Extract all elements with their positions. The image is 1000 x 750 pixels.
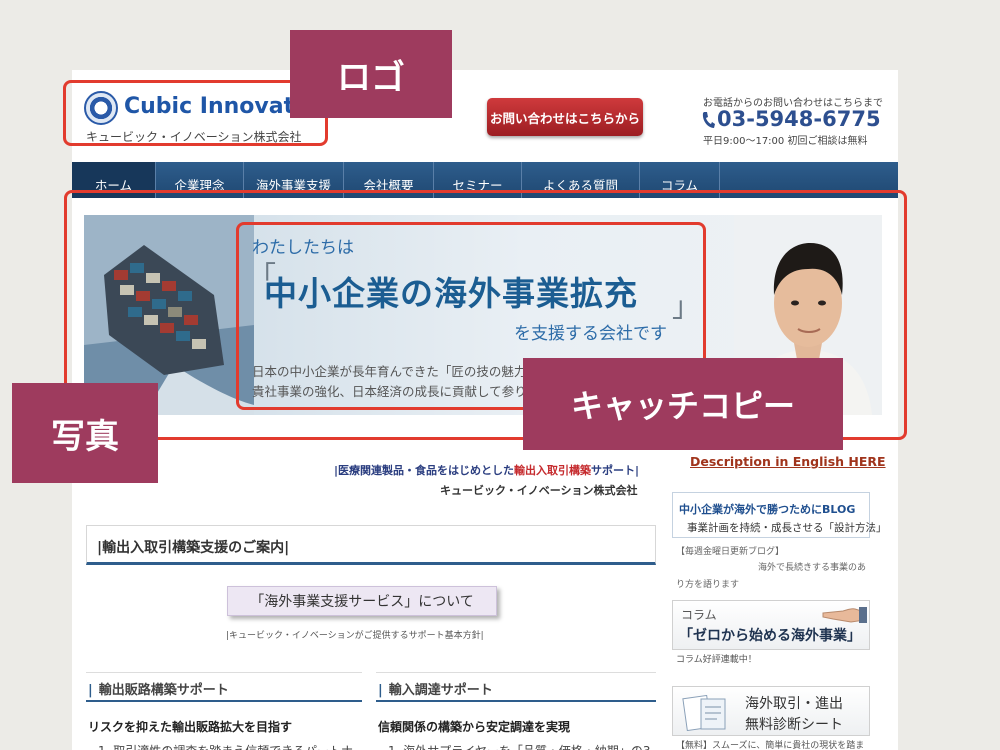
diagnosis-sheet-banner[interactable]: 海外取引・進出 無料診断シート xyxy=(672,686,870,736)
diagnosis-title-line1: 海外取引・進出 xyxy=(745,696,843,712)
service-link-button[interactable]: 「海外事業支援サービス」について xyxy=(227,586,497,616)
section-heading-box: |輸出入取引構築支援のご案内| xyxy=(86,525,656,565)
export-support-heading: | 輸出販路構築サポート xyxy=(86,672,362,702)
export-support-item: 1. 取引適性の調査を踏まえ信頼できるパートナ xyxy=(98,742,353,750)
document-icon xyxy=(682,695,726,731)
blog-banner-subtitle: 事業計画を持続・成長させる「設計方法」 xyxy=(687,522,887,534)
import-support-title[interactable]: 輸入調達サポート xyxy=(389,683,493,698)
phone-number[interactable]: 03-5948-6775 xyxy=(717,107,881,131)
company-name-line: キュービック・イノベーション株式会社 xyxy=(440,484,638,497)
export-support-title[interactable]: 輸出販路構築サポート xyxy=(99,683,229,698)
export-support-subtitle: リスクを抑えた輸出販路拡大を目指す xyxy=(88,720,293,734)
blog-banner-title: 中小企業が海外で勝つためにBLOG xyxy=(679,503,856,516)
tagline-post: サポート| xyxy=(591,464,640,477)
phone-icon xyxy=(702,112,715,128)
english-description-link[interactable]: Description in English HERE xyxy=(690,454,886,469)
diagnosis-title-line2: 無料診断シート xyxy=(745,717,843,733)
tagline-highlight: 輸出入取引構築 xyxy=(514,464,592,477)
column-banner-title: 「ゼロから始める海外事業」 xyxy=(679,628,861,644)
section-title: |輸出入取引構築支援のご案内| xyxy=(97,540,290,556)
blog-note-line2: り方を語ります xyxy=(676,580,740,590)
tagline-pre: |医療関連製品・食品をはじめとした xyxy=(334,464,515,477)
service-caption: |キュービック・イノベーションがご提供するサポート基本方針| xyxy=(226,631,484,641)
import-support-subtitle: 信頼関係の構築から安定調達を実現 xyxy=(378,720,571,734)
column-note: コラム好評連載中！ xyxy=(676,655,757,665)
column-banner[interactable]: コラム 「ゼロから始める海外事業」 xyxy=(672,600,870,650)
blog-note-label: 【毎週金曜日更新ブログ】 xyxy=(676,547,785,557)
blog-banner[interactable]: 中小企業が海外で勝つためにBLOG 事業計画を持続・成長させる「設計方法」 xyxy=(672,492,887,538)
contact-button[interactable]: お問い合わせはこちらから xyxy=(487,98,643,136)
logo-annotation-label: ロゴ xyxy=(290,30,452,118)
pointing-hand-icon xyxy=(822,607,867,623)
tagline: |医療関連製品・食品をはじめとした輸出入取引構築サポート| xyxy=(334,462,639,478)
catch-copy-annotation-label: キャッチコピー xyxy=(523,358,843,450)
column-banner-label: コラム xyxy=(681,608,717,622)
diagnosis-note: 【無料】スムーズに、簡単に貴社の現状を踏ま xyxy=(676,741,865,750)
heading-bar-icon: | xyxy=(88,683,93,698)
heading-bar-icon: | xyxy=(378,683,383,698)
import-support-item: 1. 海外サプライヤーを「品質・価格・納期」の3 xyxy=(388,742,651,750)
logo-highlight-frame xyxy=(63,80,328,146)
phone-hours: 平日9:00〜17:00 初回ご相談は無料 xyxy=(703,136,868,147)
photo-annotation-label: 写真 xyxy=(12,383,158,483)
blog-note-line1: 海外で長続きする事業のあ xyxy=(757,563,866,573)
import-support-heading: | 輸入調達サポート xyxy=(376,672,656,702)
